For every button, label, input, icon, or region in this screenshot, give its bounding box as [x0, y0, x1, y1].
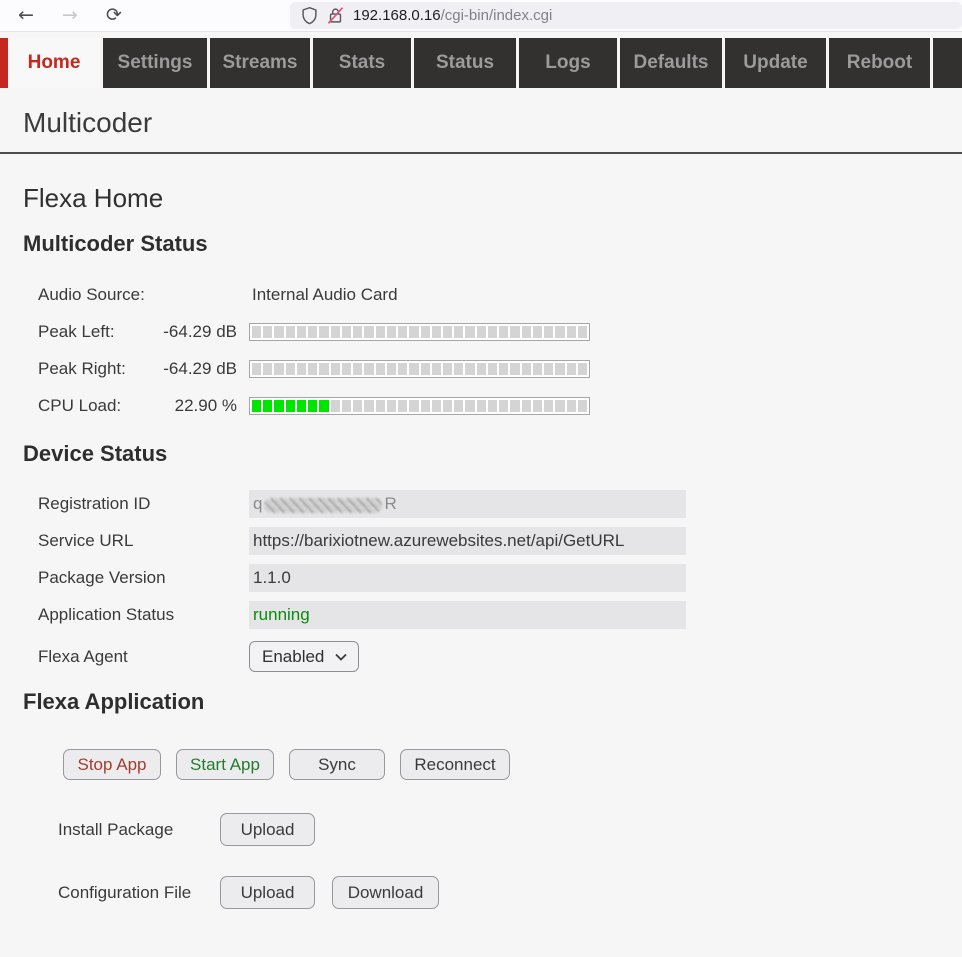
registration-id-label: Registration ID — [38, 494, 249, 514]
flexa-agent-label: Flexa Agent — [38, 647, 249, 667]
audio-source-label: Audio Source: — [38, 285, 158, 305]
forward-icon: → — [62, 6, 78, 25]
section-flexa-application: Flexa Application — [23, 689, 962, 715]
package-version-label: Package Version — [38, 568, 249, 588]
registration-id-suffix: R — [384, 494, 396, 514]
shield-icon[interactable] — [301, 6, 318, 25]
service-url-label: Service URL — [38, 531, 249, 551]
cpu-load-value: 22.90 % — [158, 396, 237, 416]
configuration-upload-button[interactable]: Upload — [220, 876, 315, 909]
url-host: 192.168.0.16 — [353, 7, 441, 24]
package-version-value: 1.1.0 — [249, 564, 686, 592]
package-version-row: Package Version 1.1.0 — [38, 564, 962, 592]
nav-spacer — [933, 38, 962, 88]
sync-button[interactable]: Sync — [289, 749, 385, 780]
page-title: Flexa Home — [23, 182, 962, 214]
app-action-buttons: Stop App Start App Sync Reconnect — [63, 749, 962, 780]
tab-logs[interactable]: Logs — [519, 38, 617, 88]
tab-home[interactable]: Home — [0, 38, 100, 88]
browser-nav-buttons: ← → ⟳ — [18, 0, 122, 31]
cpu-load-label: CPU Load: — [38, 396, 158, 416]
url-path: /cgi-bin/index.cgi — [441, 7, 553, 24]
reconnect-button[interactable]: Reconnect — [400, 749, 510, 780]
cpu-load-row: CPU Load: 22.90 % — [0, 387, 962, 424]
stop-app-button[interactable]: Stop App — [63, 749, 161, 780]
main-nav: Home Settings Streams Stats Status Logs … — [0, 38, 962, 88]
service-url-row: Service URL https://barixiotnew.azureweb… — [38, 527, 962, 555]
application-status-value: running — [249, 601, 686, 629]
flexa-agent-row: Flexa Agent Enabled — [38, 641, 962, 672]
application-status-row: Application Status running — [38, 601, 962, 629]
application-status-label: Application Status — [38, 605, 249, 625]
multicoder-status-rows: Audio Source: Internal Audio Card Peak L… — [0, 276, 962, 424]
app-title: Multicoder — [23, 106, 962, 140]
configuration-file-label: Configuration File — [58, 883, 220, 903]
registration-id-value: q R — [249, 490, 686, 518]
cpu-load-meter — [249, 397, 590, 415]
peak-right-label: Peak Right: — [38, 359, 158, 379]
configuration-file-row: Configuration File Upload Download — [58, 876, 962, 909]
install-package-label: Install Package — [58, 820, 220, 840]
browser-toolbar: ← → ⟳ 192.168.0.16/cgi-bin/index.cgi — [0, 0, 962, 32]
app-header: Multicoder — [0, 88, 962, 154]
tab-streams[interactable]: Streams — [210, 38, 310, 88]
configuration-download-button[interactable]: Download — [332, 876, 439, 909]
install-package-row: Install Package Upload — [58, 813, 962, 846]
chevron-down-icon — [335, 653, 347, 661]
tab-reboot[interactable]: Reboot — [829, 38, 930, 88]
tab-defaults[interactable]: Defaults — [620, 38, 722, 88]
audio-source-row: Audio Source: Internal Audio Card — [0, 276, 962, 313]
audio-source-value: Internal Audio Card — [249, 285, 590, 305]
back-icon[interactable]: ← — [18, 6, 34, 25]
section-multicoder-status: Multicoder Status — [23, 231, 962, 257]
tab-status[interactable]: Status — [414, 38, 516, 88]
peak-left-label: Peak Left: — [38, 322, 158, 342]
url-text: 192.168.0.16/cgi-bin/index.cgi — [353, 7, 552, 24]
install-package-upload-button[interactable]: Upload — [220, 813, 315, 846]
registration-id-prefix: q — [253, 494, 262, 514]
peak-left-row: Peak Left: -64.29 dB — [0, 313, 962, 350]
peak-left-meter — [249, 323, 590, 341]
url-bar[interactable]: 192.168.0.16/cgi-bin/index.cgi — [290, 2, 962, 29]
peak-right-value: -64.29 dB — [158, 359, 237, 379]
service-url-value: https://barixiotnew.azurewebsites.net/ap… — [249, 527, 686, 555]
peak-right-row: Peak Right: -64.29 dB — [0, 350, 962, 387]
lock-slash-icon[interactable] — [327, 6, 344, 25]
redaction-smudge — [264, 498, 382, 513]
tab-stats[interactable]: Stats — [313, 38, 411, 88]
flexa-agent-selected-value: Enabled — [262, 647, 324, 667]
tab-update[interactable]: Update — [725, 38, 826, 88]
flexa-agent-select[interactable]: Enabled — [249, 641, 359, 672]
section-device-status: Device Status — [23, 441, 962, 467]
reload-icon[interactable]: ⟳ — [106, 6, 122, 25]
device-status-rows: Registration ID q R Service URL https://… — [0, 490, 962, 629]
peak-left-value: -64.29 dB — [158, 322, 237, 342]
start-app-button[interactable]: Start App — [176, 749, 274, 780]
tab-settings[interactable]: Settings — [103, 38, 207, 88]
peak-right-meter — [249, 360, 590, 378]
registration-id-row: Registration ID q R — [38, 490, 962, 518]
